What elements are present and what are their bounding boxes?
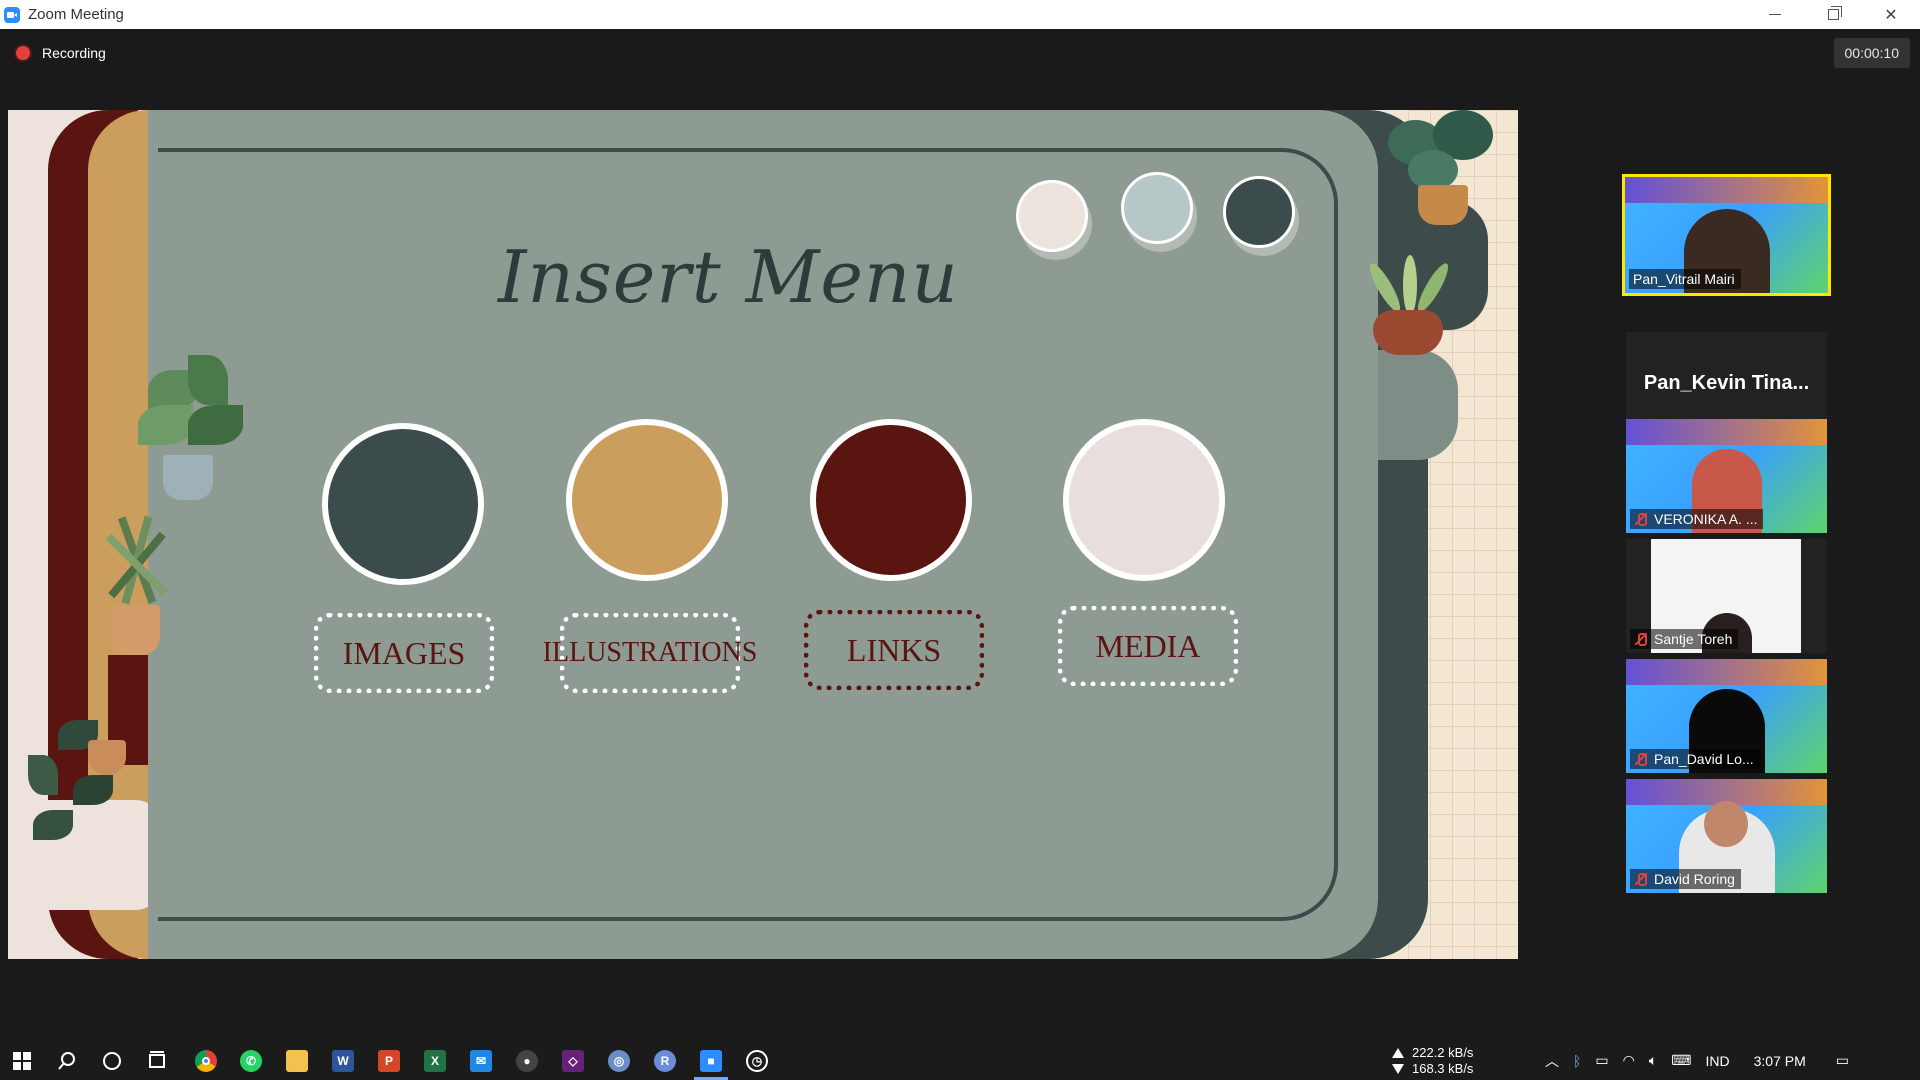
menu-circle-illustrations[interactable] [566,419,728,581]
participant-name-label: Santje Toreh [1630,629,1739,649]
bluetooth-icon[interactable]: ᛒ [1573,1053,1581,1069]
mic-muted-icon [1634,752,1648,766]
plant-icon [1348,255,1468,365]
action-center-icon[interactable]: ▭ [1836,1052,1849,1069]
participant-name-label: Pan_Vitrail Mairi [1629,269,1741,289]
minimize-button[interactable] [1746,0,1804,29]
windows-taskbar: ✆ W P X ✉ ● ◇ ◎ R ■ ◷ 222.2 kB/s 168.3 k… [0,1041,1920,1080]
plant-icon [1378,110,1498,230]
window-controls: ✕ [1746,0,1920,29]
restore-button[interactable] [1804,0,1862,29]
file-explorer-icon[interactable] [286,1050,308,1072]
palette-dot-3 [1223,176,1295,248]
mail-icon[interactable]: ✉ [470,1050,492,1072]
menu-label-images[interactable]: IMAGES [314,613,494,693]
visual-studio-icon[interactable]: ◇ [562,1050,584,1072]
participant-tile[interactable]: David Roring [1626,779,1827,893]
menu-label-links[interactable]: LINKS [804,610,984,690]
palette-dot-1 [1016,180,1088,252]
whatsapp-icon[interactable]: ✆ [240,1050,262,1072]
system-tray: ︿ ᛒ ▭ ◠ 🔈︎ ⌨ IND 3:07 PM ▭ [1545,1041,1849,1080]
participant-name-label: Pan_Kevin Tina... [1643,372,1810,394]
participant-tile[interactable]: Pan_David Lo... [1626,659,1827,773]
participant-tile[interactable]: Santje Toreh [1626,539,1827,653]
window-titlebar: Zoom Meeting ✕ [0,0,1920,29]
zoom-app-icon [4,6,20,23]
plant-icon [18,720,138,850]
recording-dot-icon [16,46,30,60]
participant-name-label: VERONIKA A. ... [1630,509,1764,529]
taskbar-clock[interactable]: 3:07 PM [1754,1053,1806,1069]
minimize-icon [1769,14,1781,15]
excel-icon[interactable]: X [424,1050,446,1072]
clock-app-icon[interactable]: ◷ [746,1050,768,1072]
close-button[interactable]: ✕ [1862,0,1920,29]
task-view-icon[interactable] [146,1050,168,1072]
menu-circle-images[interactable] [322,423,484,585]
slide-title: Insert Menu [498,235,959,319]
shared-screen-slide[interactable]: Insert Menu IMAGES ILLUSTRATIONS LINKS M… [8,110,1518,959]
menu-label-illustrations[interactable]: ILLUSTRATIONS [543,613,757,693]
restore-icon [1827,6,1842,20]
window-title: Zoom Meeting [28,6,124,23]
recording-label: Recording [42,45,106,61]
download-arrow-icon [1392,1064,1404,1074]
windows-start-icon[interactable] [11,1050,33,1072]
wifi-icon[interactable]: ◠ [1623,1052,1635,1069]
volume-icon[interactable]: 🔈︎ [1649,1052,1657,1069]
show-hidden-icons-icon[interactable]: ︿ [1545,1051,1559,1071]
mic-muted-icon [1634,872,1648,886]
cortana-icon[interactable] [101,1050,123,1072]
participant-name-label: Pan_David Lo... [1630,749,1760,769]
mic-muted-icon [1634,512,1648,526]
participant-name-label: David Roring [1630,869,1741,889]
mic-muted-icon [1634,632,1648,646]
plant-icon [88,515,188,665]
keyboard-icon[interactable]: ⌨ [1671,1052,1691,1069]
meeting-timer: 00:00:10 [1833,38,1910,68]
menu-circle-media[interactable] [1063,419,1225,581]
close-icon: ✕ [1884,5,1898,24]
menu-circle-links[interactable] [810,419,972,581]
participant-tile[interactable]: VERONIKA A. ... [1626,419,1827,533]
palette-dot-2 [1121,172,1193,244]
meeting-area: Recording 00:00:10 Insert Menu IMAGES IL… [0,29,1920,1041]
menu-label-media[interactable]: MEDIA [1058,606,1238,686]
network-speed-meter: 222.2 kB/s 168.3 kB/s [1392,1045,1473,1077]
participant-tile-active[interactable]: Pan_Vitrail Mairi [1622,174,1831,296]
obs-icon[interactable]: ● [516,1050,538,1072]
language-indicator[interactable]: IND [1705,1053,1729,1069]
word-icon[interactable]: W [332,1050,354,1072]
battery-icon[interactable]: ▭ [1595,1052,1608,1069]
plant-icon [128,355,248,510]
recording-indicator[interactable]: Recording [16,45,106,61]
upload-arrow-icon [1392,1048,1404,1058]
powerpoint-icon[interactable]: P [378,1050,400,1072]
chrome-icon[interactable] [195,1050,217,1072]
browser-icon[interactable]: ◎ [608,1050,630,1072]
zoom-icon[interactable]: ■ [700,1050,722,1072]
search-icon[interactable] [56,1050,78,1072]
r-icon[interactable]: R [654,1050,676,1072]
